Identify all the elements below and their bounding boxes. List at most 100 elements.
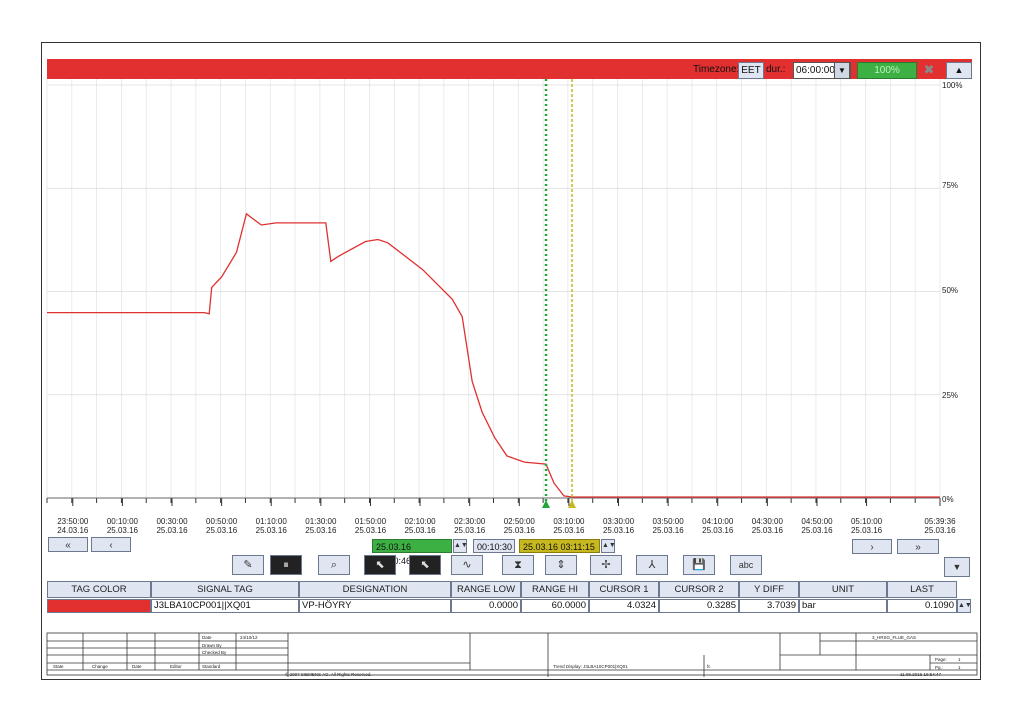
scroll-right-button[interactable]: › bbox=[852, 539, 892, 554]
unit-cell: bar bbox=[799, 599, 887, 613]
y-tick-label: 25% bbox=[942, 391, 959, 400]
range-low-cell[interactable]: 0.0000 bbox=[451, 599, 521, 613]
zoom-icon[interactable]: ⌕ bbox=[318, 555, 350, 575]
signal-tag-cell[interactable]: J3LBA10CP001||XQ01 bbox=[151, 599, 299, 613]
footer-pg-value: 1 bbox=[958, 665, 961, 670]
cursor-1-stepper[interactable]: ▲▼ bbox=[453, 539, 468, 553]
footer-checked-by: Checked By bbox=[202, 650, 227, 655]
x-tick-time: 01:10:00 bbox=[255, 517, 287, 526]
header-cursor-2: CURSOR 2 bbox=[659, 581, 739, 598]
footer-fc: fc bbox=[707, 664, 711, 669]
x-tick-label: 03:10:00 25.03.16 bbox=[541, 517, 597, 535]
header-y-diff: Y DIFF bbox=[739, 581, 799, 598]
x-axis-ticks bbox=[46, 498, 941, 506]
footer-copyright: © 2007 SIEMENS AG. All Rights Reserved. bbox=[285, 672, 372, 677]
footer-change: Change bbox=[92, 664, 108, 669]
header-range-hi: RANGE HI bbox=[521, 581, 589, 598]
x-tick-label: 05:39:36 25.03.16 bbox=[912, 517, 968, 535]
x-tick-date: 25.03.16 bbox=[602, 526, 635, 535]
x-tick-time: 01:50:00 bbox=[354, 517, 387, 526]
x-tick-time: 04:30:00 bbox=[751, 517, 783, 526]
x-tick-date: 25.03.16 bbox=[503, 526, 535, 535]
x-tick-label: 01:50:00 25.03.16 bbox=[342, 517, 398, 535]
tag-color-swatch[interactable] bbox=[47, 599, 151, 613]
x-tick-date: 25.03.16 bbox=[206, 526, 238, 535]
x-tick-date: 25.03.16 bbox=[106, 526, 138, 535]
curve-icon[interactable]: ∿ bbox=[451, 555, 483, 575]
x-tick-label: 03:30:00 25.03.16 bbox=[591, 517, 647, 535]
x-tick-date: 25.03.16 bbox=[305, 526, 337, 535]
x-tick-label: 00:10:00 25.03.16 bbox=[94, 517, 150, 535]
text-tool-button[interactable]: abc bbox=[730, 555, 762, 575]
table-scroll-stepper[interactable]: ▲▼ bbox=[957, 599, 972, 613]
x-tick-label: 00:30:00 25.03.16 bbox=[144, 517, 200, 535]
x-tick-time: 03:30:00 bbox=[602, 517, 635, 526]
x-tick-date: 25.03.16 bbox=[553, 526, 585, 535]
x-tick-date: 25.03.16 bbox=[850, 526, 883, 535]
x-tick-time: 05:39:36 bbox=[924, 517, 956, 526]
edit-icon[interactable]: ✎ bbox=[232, 555, 264, 575]
x-tick-date: 25.03.16 bbox=[924, 526, 956, 535]
save-icon[interactable]: 💾 bbox=[683, 555, 715, 575]
x-tick-label: 01:30:00 25.03.16 bbox=[293, 517, 349, 535]
footer-date-label: Date bbox=[202, 635, 212, 640]
x-tick-date: 25.03.16 bbox=[354, 526, 387, 535]
x-tick-time: 03:50:00 bbox=[652, 517, 684, 526]
zoom-x-icon[interactable]: ⧗ bbox=[502, 555, 534, 575]
x-tick-time: 03:10:00 bbox=[553, 517, 585, 526]
y-tick-label: 100% bbox=[942, 81, 963, 90]
x-tick-label: 02:50:00 25.03.16 bbox=[491, 517, 547, 535]
cursor-2-cell: 0.3285 bbox=[659, 599, 739, 613]
x-tick-date: 25.03.16 bbox=[751, 526, 783, 535]
y-diff-cell: 3.7039 bbox=[739, 599, 799, 613]
x-tick-time: 04:50:00 bbox=[801, 517, 833, 526]
x-tick-date: 25.03.16 bbox=[652, 526, 684, 535]
footer-timestamp: 11.08.2016 19:54:47 bbox=[900, 672, 941, 677]
x-tick-time: 02:10:00 bbox=[404, 517, 436, 526]
trend-plot[interactable] bbox=[0, 0, 1024, 724]
x-tick-label: 01:10:00 25.03.16 bbox=[243, 517, 299, 535]
scroll-right-fast-button[interactable]: » bbox=[897, 539, 939, 554]
range-hi-cell[interactable]: 60.0000 bbox=[521, 599, 589, 613]
pause-button[interactable]: ⏸ bbox=[270, 555, 302, 575]
x-tick-date: 25.03.16 bbox=[801, 526, 833, 535]
header-last: LAST bbox=[887, 581, 957, 598]
axis-icon[interactable]: ⅄ bbox=[636, 555, 668, 575]
x-tick-label: 04:30:00 25.03.16 bbox=[739, 517, 795, 535]
cursor-1-time-field[interactable]: 25.03.16 03:00:46 bbox=[372, 539, 452, 566]
cursor-1-cell: 4.0324 bbox=[589, 599, 659, 613]
zoom-xy-icon[interactable]: ✢ bbox=[590, 555, 622, 575]
x-tick-label: 04:50:00 25.03.16 bbox=[789, 517, 845, 535]
x-tick-date: 25.03.16 bbox=[156, 526, 188, 535]
x-tick-date: 24.03.16 bbox=[57, 526, 89, 535]
footer-editor: Editor bbox=[170, 664, 182, 669]
footer-standard: Standard bbox=[202, 664, 221, 669]
zoom-y-icon[interactable]: ⇕ bbox=[545, 555, 577, 575]
x-tick-label: 02:30:00 25.03.16 bbox=[442, 517, 498, 535]
footer-trend-display: Trend Display: J3LBA10CP001|XQ01 bbox=[553, 664, 628, 669]
header-designation: DESIGNATION bbox=[299, 581, 451, 598]
x-tick-time: 02:50:00 bbox=[503, 517, 535, 526]
x-tick-time: 02:30:00 bbox=[454, 517, 486, 526]
footer-drawn-by: Drawn By bbox=[202, 643, 222, 648]
footer-date-value: 24/10/12 bbox=[240, 635, 258, 640]
y-tick-label: 50% bbox=[942, 286, 959, 295]
scroll-left-button[interactable]: ‹ bbox=[91, 537, 131, 552]
header-cursor-1: CURSOR 1 bbox=[589, 581, 659, 598]
footer-pg-label: Pg.: bbox=[935, 665, 944, 670]
select-cursor-1-icon[interactable]: ⬉ bbox=[364, 555, 396, 575]
x-tick-label: 04:10:00 25.03.16 bbox=[690, 517, 746, 535]
x-tick-date: 25.03.16 bbox=[702, 526, 734, 535]
x-tick-time: 01:30:00 bbox=[305, 517, 337, 526]
expand-down-button[interactable]: ▼ bbox=[944, 557, 970, 577]
x-tick-time: 05:10:00 bbox=[850, 517, 883, 526]
x-tick-label: 03:50:00 25.03.16 bbox=[640, 517, 696, 535]
x-tick-time: 00:30:00 bbox=[156, 517, 188, 526]
footer-page-value: 1 bbox=[958, 657, 961, 662]
cursor-2-time-field[interactable]: 25.03.16 03:11:15 bbox=[519, 539, 600, 553]
x-tick-time: 00:50:00 bbox=[206, 517, 238, 526]
designation-cell[interactable]: VP-HÖYRY bbox=[299, 599, 451, 613]
scroll-left-fast-button[interactable]: « bbox=[48, 537, 88, 552]
cursor-2-stepper[interactable]: ▲▼ bbox=[601, 539, 616, 553]
select-cursor-2-icon[interactable]: ⬉ bbox=[409, 555, 441, 575]
